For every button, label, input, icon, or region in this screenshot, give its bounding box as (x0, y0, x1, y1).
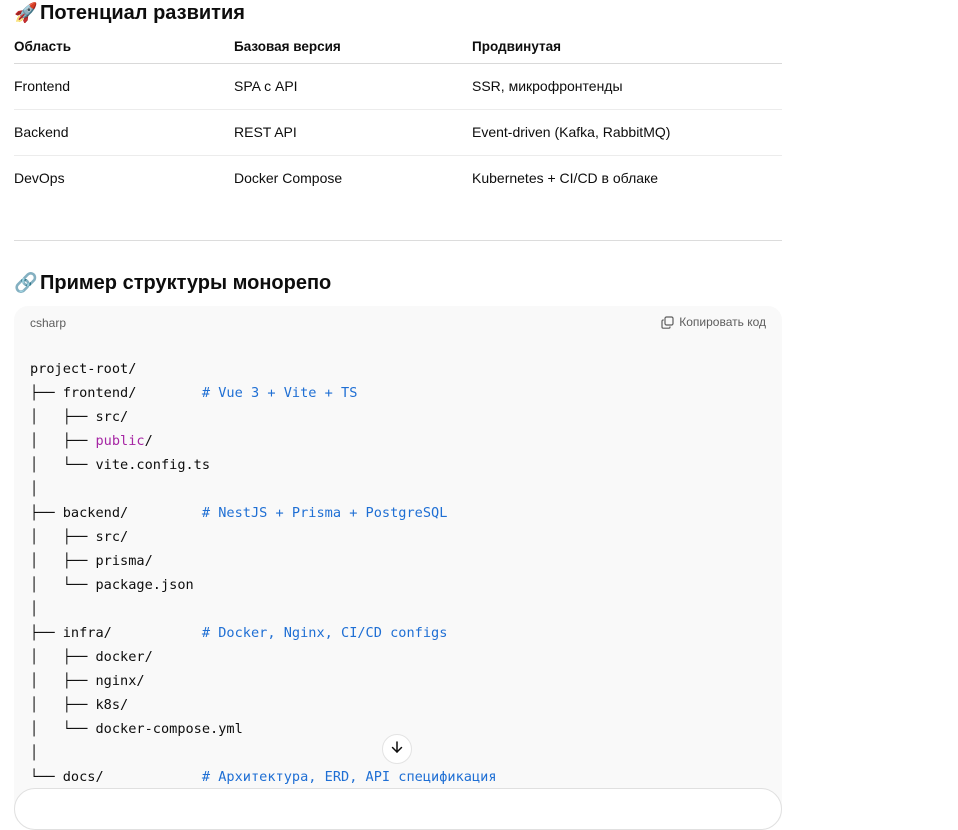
table-cell: Event-driven (Kafka, RabbitMQ) (472, 124, 671, 140)
code-text: ├── infra/ (30, 625, 202, 641)
code-line: │ ├── docker/ (30, 645, 497, 669)
section-title: Пример структуры монорепо (40, 272, 332, 294)
code-comment: # Vue 3 + Vite + TS (201, 385, 358, 401)
divider (14, 240, 782, 241)
table-cell: SSR, микрофронтенды (472, 78, 623, 94)
table-row: Backend REST API Event-driven (Kafka, Ra… (14, 110, 782, 156)
code-line: │ ├── public/ (30, 429, 497, 453)
code-text: │ └── docker-compose.yml (30, 721, 243, 737)
code-comment: # Docker, Nginx, CI/CD configs (201, 625, 448, 641)
code-text: ├── backend/ (30, 505, 202, 521)
table-row: DevOps Docker Compose Kubernetes + CI/CD… (14, 156, 782, 201)
section-title: Потенциал развития (40, 2, 245, 24)
message-composer[interactable] (14, 788, 782, 830)
column-header: Базовая версия (234, 39, 341, 54)
code-text: │ ├── docker/ (30, 649, 153, 665)
code-text: │ ├── (30, 433, 96, 449)
code-text: │ └── package.json (30, 577, 194, 593)
code-line: │ ├── k8s/ (30, 693, 497, 717)
table-cell: DevOps (14, 170, 65, 186)
section-heading-potential: 🚀 Потенциал развития (14, 0, 245, 27)
code-text: │ (30, 601, 39, 617)
code-comment: # Архитектура, ERD, API спецификация (201, 769, 497, 785)
copy-code-label: Копировать код (679, 315, 766, 329)
table-header-row: Область Базовая версия Продвинутая (14, 31, 782, 64)
code-comment: # NestJS + Prisma + PostgreSQL (201, 505, 448, 521)
code-line: │ └── vite.config.ts (30, 453, 497, 477)
code-text: │ ├── nginx/ (30, 673, 145, 689)
code-language-label: csharp (30, 316, 67, 330)
code-line: ├── infra/ # Docker, Nginx, CI/CD config… (30, 621, 497, 645)
code-line: │ ├── src/ (30, 525, 497, 549)
code-line: │ ├── src/ (30, 405, 497, 429)
code-text: │ (30, 481, 39, 497)
code-text: │ ├── src/ (30, 529, 129, 545)
column-header: Продвинутая (472, 39, 562, 54)
column-header: Область (14, 39, 72, 54)
code-keyword: public (95, 433, 145, 449)
code-line: │ ├── nginx/ (30, 669, 497, 693)
code-text: │ ├── k8s/ (30, 697, 129, 713)
code-line: │ (30, 597, 497, 621)
table-cell: Frontend (14, 78, 71, 94)
copy-icon (661, 315, 674, 329)
table-cell: Docker Compose (234, 170, 343, 186)
code-line: project-root/ (30, 357, 497, 381)
code-line: │ (30, 741, 497, 765)
code-text: project-root/ (30, 361, 137, 377)
code-line: │ (30, 477, 497, 501)
code-text: └── docs/ (30, 769, 202, 785)
code-line: ├── frontend/ # Vue 3 + Vite + TS (30, 381, 497, 405)
code-line: │ └── docker-compose.yml (30, 717, 497, 741)
code-text: │ (30, 745, 39, 761)
code-line: │ └── package.json (30, 573, 497, 597)
code-text: │ └── vite.config.ts (30, 457, 211, 473)
code-line: └── docs/ # Архитектура, ERD, API специф… (30, 765, 497, 789)
comparison-table: Область Базовая версия Продвинутая Front… (14, 31, 782, 201)
code-text: / (144, 433, 153, 449)
table-cell: SPA с API (234, 78, 298, 94)
code-line: ├── backend/ # NestJS + Prisma + Postgre… (30, 501, 497, 525)
table-cell: Backend (14, 124, 69, 140)
scroll-to-bottom-button[interactable] (382, 734, 412, 764)
table-cell: Kubernetes + CI/CD в облаке (472, 170, 659, 186)
arrow-down-icon (390, 740, 404, 759)
section-heading-monorepo: 🔗 Пример структуры монорепо (14, 270, 331, 297)
code-content: project-root/ ├── frontend/ # Vue 3 + Vit… (30, 357, 497, 789)
link-icon: 🔗 (14, 273, 38, 294)
code-text: ├── frontend/ (30, 385, 202, 401)
code-text: │ ├── src/ (30, 409, 129, 425)
table-row: Frontend SPA с API SSR, микрофронтенды (14, 64, 782, 110)
code-line: │ ├── prisma/ (30, 549, 497, 573)
copy-code-button[interactable]: Копировать код (661, 315, 766, 329)
rocket-icon: 🚀 (14, 3, 38, 24)
code-text: │ ├── prisma/ (30, 553, 153, 569)
table-cell: REST API (234, 124, 297, 140)
